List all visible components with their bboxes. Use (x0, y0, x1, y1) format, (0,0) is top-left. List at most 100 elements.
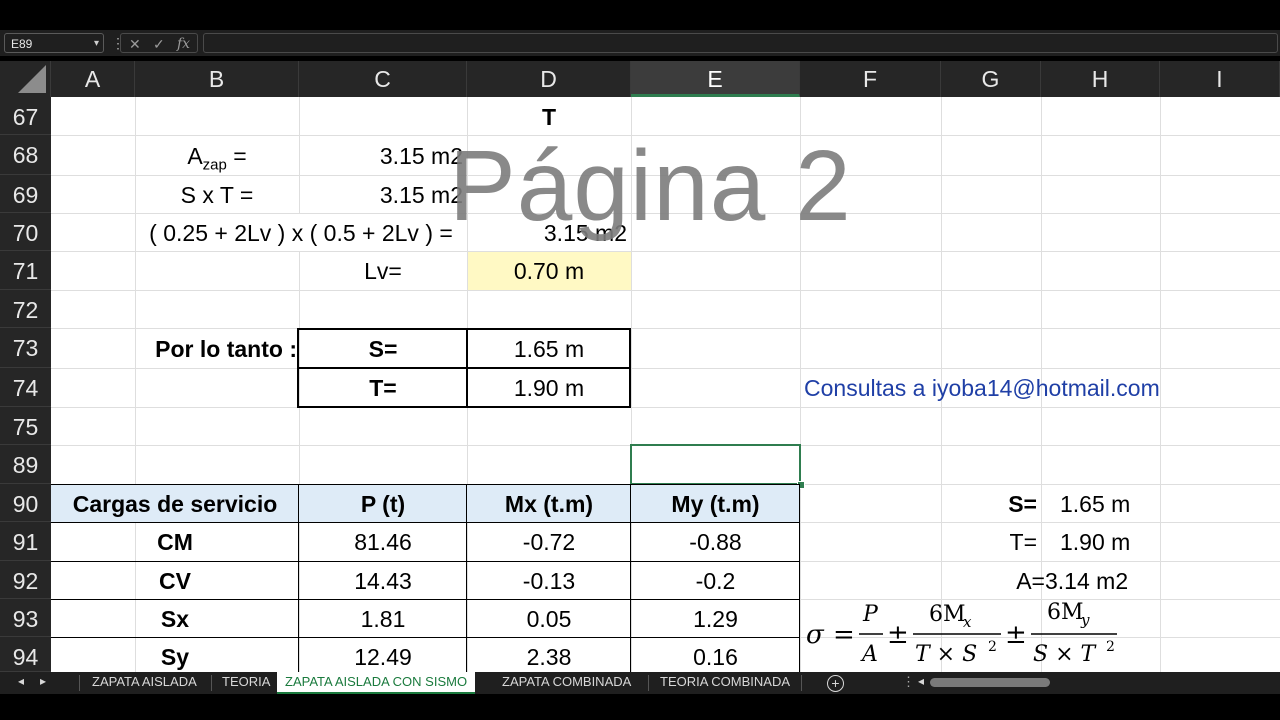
tab-teoria-combinada[interactable]: TEORIA COMBINADA (652, 672, 798, 694)
azap-subscript: zap (202, 156, 227, 174)
row-header-93[interactable]: 93 (0, 599, 51, 637)
row-header-94[interactable]: 94 (0, 637, 51, 672)
row-header-73[interactable]: 73 (0, 328, 51, 368)
cell-c69[interactable]: 3.15 m2 (299, 175, 463, 213)
cell-d70[interactable]: 3.15 m2 (467, 213, 627, 251)
table-cell[interactable]: 0.16 (631, 637, 800, 672)
cell-b73[interactable]: Por lo tanto : (135, 328, 297, 368)
column-header-b[interactable]: B (135, 61, 299, 97)
table-cell[interactable]: CV (51, 561, 299, 599)
column-headers: A B C D E F G H I (51, 61, 1280, 97)
summary-t-value[interactable]: 1.90 m (1060, 522, 1160, 561)
cell-c74[interactable]: T= (299, 368, 467, 407)
more-options-icon[interactable]: ⋮ (902, 674, 915, 690)
select-all-button[interactable] (0, 61, 51, 97)
cell-d67[interactable]: T (467, 97, 631, 135)
scroll-tabs-left-icon[interactable]: ◂ (18, 674, 24, 688)
cell-d71[interactable]: 0.70 m (467, 251, 631, 290)
table-cell[interactable]: -0.13 (467, 561, 631, 599)
worksheet-grid[interactable]: T Azap = 3.15 m2 S x T = 3.15 m2 ( 0.25 … (51, 97, 1280, 672)
row-header-68[interactable]: 68 (0, 135, 51, 175)
row-header-75[interactable]: 75 (0, 407, 51, 445)
table-cell[interactable]: CM (51, 522, 299, 561)
summary-a-value[interactable]: 3.14 m2 (1045, 561, 1155, 599)
cell-c71[interactable]: Lv= (299, 251, 467, 290)
column-header-c[interactable]: C (299, 61, 467, 97)
tab-teoria[interactable]: TEORIA (214, 672, 278, 694)
table-cell[interactable]: Sy (51, 637, 299, 672)
azap-label: A (187, 143, 203, 169)
column-header-i[interactable]: I (1160, 61, 1280, 97)
summary-s-value[interactable]: 1.65 m (1060, 484, 1160, 522)
formula-controls: ✕ ✓ fx (120, 33, 198, 53)
column-header-g[interactable]: G (941, 61, 1041, 97)
table-cell[interactable]: 81.46 (299, 522, 467, 561)
row-header-90[interactable]: 90 (0, 484, 51, 522)
summary-a-label[interactable]: A= (941, 561, 1045, 599)
chevron-down-icon[interactable]: ▾ (94, 34, 99, 54)
row-header-72[interactable]: 72 (0, 290, 51, 328)
column-header-e[interactable]: E (631, 61, 800, 97)
table-header-mx[interactable]: Mx (t.m) (467, 484, 631, 522)
cell-c73[interactable]: S= (299, 328, 467, 368)
column-header-d[interactable]: D (467, 61, 631, 97)
tab-zapata-aislada[interactable]: ZAPATA AISLADA (84, 672, 205, 694)
cancel-icon[interactable]: ✕ (129, 34, 141, 54)
gridline (51, 407, 1280, 408)
table-cell[interactable]: 1.29 (631, 599, 800, 637)
formula-p: P (862, 602, 879, 627)
summary-s-label[interactable]: S= (941, 484, 1037, 522)
row-header-71[interactable]: 71 (0, 251, 51, 290)
row-header-69[interactable]: 69 (0, 175, 51, 213)
horizontal-scrollbar-thumb[interactable] (930, 678, 1050, 687)
sheet-tabs-bar: ◂ ▸ ZAPATA AISLADA TEORIA ZAPATA AISLADA… (0, 672, 1280, 694)
cell-d74[interactable]: 1.90 m (467, 368, 631, 407)
contact-email-text[interactable]: Consultas a iyoba14@hotmail.com (804, 368, 1274, 407)
row-header-67[interactable]: 67 (0, 97, 51, 135)
table-cell[interactable]: Sx (51, 599, 299, 637)
tab-zapata-aislada-con-sismo[interactable]: ZAPATA AISLADA CON SISMO (277, 672, 476, 694)
formula-equals: = (833, 620, 855, 650)
cell-b69[interactable]: S x T = (135, 175, 299, 213)
formula-input[interactable] (203, 33, 1278, 53)
column-header-a[interactable]: A (51, 61, 135, 97)
scroll-left-icon[interactable]: ◂ (918, 674, 924, 688)
table-header-cargas[interactable]: Cargas de servicio (51, 484, 299, 522)
table-cell[interactable]: 1.81 (299, 599, 467, 637)
selected-cell-e89[interactable] (630, 444, 801, 485)
column-header-f[interactable]: F (800, 61, 941, 97)
scroll-tabs-right-icon[interactable]: ▸ (40, 674, 46, 688)
formula-a: A (860, 642, 878, 667)
cell-b70[interactable]: ( 0.25 + 2Lv ) x ( 0.5 + 2Lv ) = (135, 213, 467, 251)
table-cell[interactable]: 0.05 (467, 599, 631, 637)
column-header-h[interactable]: H (1041, 61, 1160, 97)
name-box[interactable]: E89 ▾ (4, 33, 104, 53)
table-cell[interactable]: -0.88 (631, 522, 800, 561)
row-header-70[interactable]: 70 (0, 213, 51, 251)
summary-t-label[interactable]: T= (941, 522, 1037, 561)
tab-separator (211, 675, 212, 691)
gridline (800, 97, 801, 672)
formula-s-times-t: S × T (1033, 642, 1097, 667)
row-header-91[interactable]: 91 (0, 522, 51, 561)
formula-sup-2: 2 (1106, 639, 1115, 655)
stress-formula-image[interactable]: σ = P A ± 6M x T × S 2 ± 6M y S × T 2 (801, 597, 1121, 672)
cell-c68[interactable]: 3.15 m2 (299, 135, 463, 175)
enter-check-icon[interactable]: ✓ (153, 34, 165, 54)
table-header-my[interactable]: My (t.m) (631, 484, 800, 522)
row-header-89[interactable]: 89 (0, 445, 51, 484)
table-cell[interactable]: 12.49 (299, 637, 467, 672)
cell-b68[interactable]: Azap = (135, 135, 299, 175)
row-header-74[interactable]: 74 (0, 368, 51, 407)
table-cell[interactable]: 14.43 (299, 561, 467, 599)
add-sheet-icon[interactable]: + (827, 675, 844, 692)
table-cell[interactable]: -0.2 (631, 561, 800, 599)
tab-separator (801, 675, 802, 691)
insert-function-icon[interactable]: fx (177, 34, 190, 54)
table-cell[interactable]: 2.38 (467, 637, 631, 672)
table-header-p[interactable]: P (t) (299, 484, 467, 522)
cell-d73[interactable]: 1.65 m (467, 328, 631, 368)
table-cell[interactable]: -0.72 (467, 522, 631, 561)
tab-zapata-combinada[interactable]: ZAPATA COMBINADA (494, 672, 639, 694)
row-header-92[interactable]: 92 (0, 561, 51, 599)
